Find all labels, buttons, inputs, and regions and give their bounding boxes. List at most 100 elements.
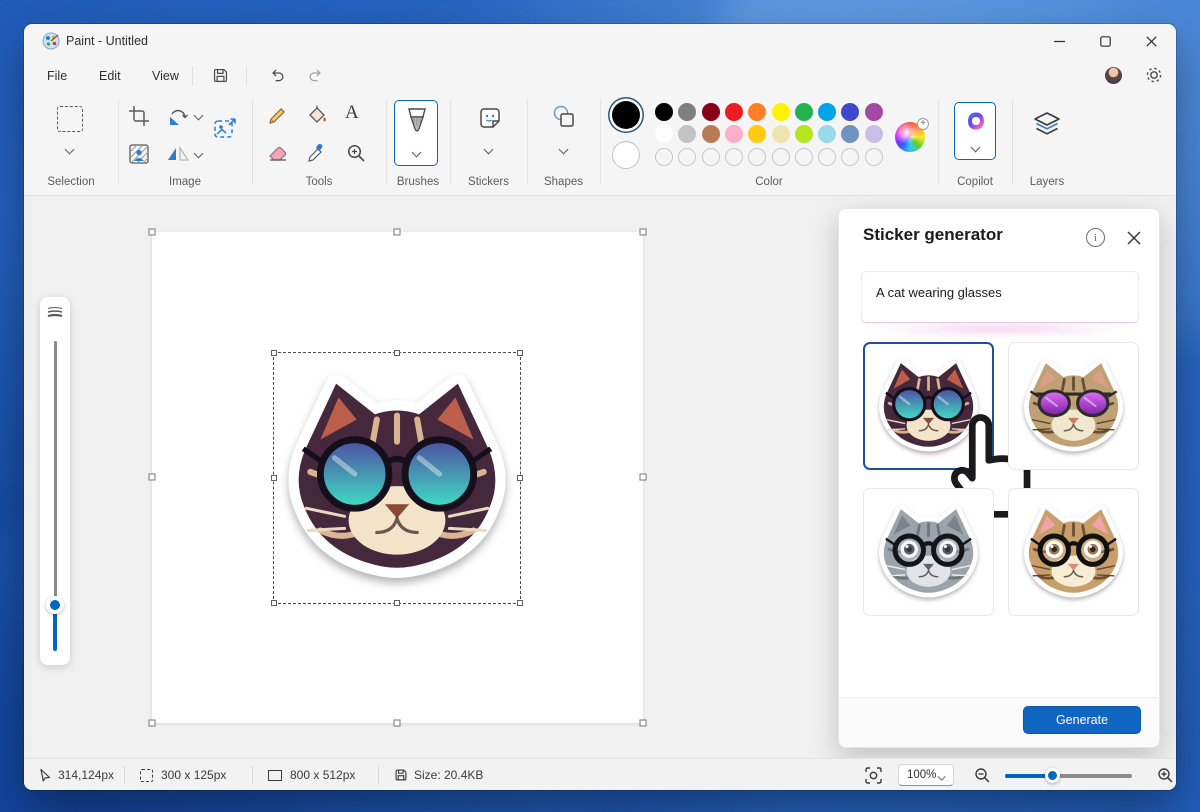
magnifier-icon[interactable] (345, 142, 367, 164)
palette-empty-slot[interactable] (818, 148, 837, 166)
palette-empty-slot[interactable] (655, 148, 673, 166)
text-tool-icon[interactable]: A (345, 102, 359, 124)
shapes-tool-icon[interactable] (549, 104, 579, 132)
maximize-button[interactable] (1082, 24, 1128, 58)
undo-button[interactable] (262, 62, 290, 88)
menu-file[interactable]: File (38, 65, 76, 87)
foreground-color-swatch[interactable] (612, 101, 640, 129)
fit-to-screen-icon[interactable] (865, 767, 882, 784)
fill-bucket-icon[interactable] (306, 104, 328, 126)
palette-color-swatch[interactable] (655, 125, 673, 143)
selection-handle[interactable] (517, 350, 523, 356)
palette-color-swatch[interactable] (841, 125, 860, 143)
minimize-button[interactable] (1036, 24, 1082, 58)
palette-empty-slot[interactable] (771, 148, 790, 166)
copilot-button[interactable] (954, 102, 996, 160)
account-avatar[interactable] (1105, 67, 1122, 84)
settings-button[interactable] (1143, 64, 1165, 86)
palette-empty-slot[interactable] (748, 148, 767, 166)
canvas-resize-handle[interactable] (393, 228, 401, 236)
flip-icon[interactable] (166, 142, 190, 166)
selection-handle[interactable] (517, 475, 523, 481)
prompt-input[interactable]: A cat wearing glasses (861, 271, 1139, 323)
canvas-resize-handle[interactable] (148, 719, 156, 727)
palette-color-swatch[interactable] (771, 103, 790, 121)
sticker-thumbnail-1[interactable] (863, 342, 1031, 518)
selection-handle[interactable] (271, 600, 277, 606)
sticker-thumbnail-4[interactable] (1008, 488, 1139, 616)
palette-empty-slot[interactable] (701, 148, 720, 166)
brushes-button[interactable] (394, 100, 438, 166)
canvas-resize-handle[interactable] (148, 473, 156, 481)
canvas-resize-handle[interactable] (148, 228, 156, 236)
palette-color-swatch[interactable] (678, 125, 697, 143)
palette-color-swatch[interactable] (748, 125, 767, 143)
palette-empty-slot[interactable] (864, 148, 883, 166)
eyedropper-icon[interactable] (306, 142, 328, 164)
chevron-down-icon[interactable] (484, 146, 494, 154)
palette-color-swatch[interactable] (701, 103, 720, 121)
palette-color-swatch[interactable] (864, 125, 883, 143)
titlebar[interactable]: Paint - Untitled (24, 24, 1176, 58)
background-removal-icon[interactable] (127, 142, 151, 166)
pencil-icon[interactable] (267, 104, 289, 126)
chevron-down-icon[interactable] (412, 149, 422, 157)
generate-button[interactable]: Generate (1023, 706, 1141, 734)
palette-color-swatch[interactable] (701, 125, 720, 143)
rotate-icon[interactable] (166, 104, 190, 128)
selection-handle[interactable] (394, 350, 400, 356)
redo-button[interactable] (302, 62, 330, 88)
eraser-icon[interactable] (267, 142, 289, 164)
chevron-down-icon[interactable] (65, 146, 75, 154)
selection-handle[interactable] (271, 475, 277, 481)
menu-view[interactable]: View (143, 65, 188, 87)
sticker-thumbnail-2[interactable] (1008, 342, 1139, 470)
palette-color-swatch[interactable] (794, 125, 813, 143)
palette-empty-slot[interactable] (794, 148, 813, 166)
palette-color-swatch[interactable] (748, 103, 767, 121)
palette-color-swatch[interactable] (818, 103, 837, 121)
selection-handle[interactable] (517, 600, 523, 606)
palette-color-swatch[interactable] (841, 103, 860, 121)
palette-color-swatch[interactable] (678, 103, 697, 121)
palette-empty-slot[interactable] (678, 148, 697, 166)
zoom-slider-thumb[interactable] (1045, 768, 1060, 783)
layers-icon[interactable] (1032, 110, 1062, 140)
close-button[interactable] (1128, 24, 1174, 58)
zoom-in-icon[interactable] (1157, 767, 1174, 784)
menu-edit[interactable]: Edit (90, 65, 130, 87)
thickness-slider-track[interactable] (53, 341, 57, 605)
chevron-down-icon[interactable] (194, 112, 204, 120)
chevron-down-icon[interactable] (559, 146, 569, 154)
panel-close-button[interactable] (1122, 226, 1146, 250)
selection-tool-button[interactable] (57, 106, 83, 132)
palette-color-swatch[interactable] (864, 103, 883, 121)
palette-color-swatch[interactable] (655, 103, 673, 121)
chevron-down-icon[interactable] (971, 144, 981, 152)
save-button[interactable] (206, 62, 234, 88)
sticker-tool-icon[interactable] (476, 104, 504, 132)
palette-empty-slot[interactable] (724, 148, 743, 166)
canvas-resize-handle[interactable] (639, 719, 647, 727)
palette-color-swatch[interactable] (794, 103, 813, 121)
canvas-resize-handle[interactable] (639, 228, 647, 236)
selection-marquee[interactable] (271, 350, 523, 606)
palette-empty-slot[interactable] (841, 148, 860, 166)
palette-color-swatch[interactable] (724, 103, 743, 121)
selection-handle[interactable] (271, 350, 277, 356)
selection-handle[interactable] (394, 600, 400, 606)
palette-color-swatch[interactable] (724, 125, 743, 143)
zoom-level-dropdown[interactable]: 100% (898, 764, 954, 786)
palette-color-swatch[interactable] (771, 125, 790, 143)
zoom-out-icon[interactable] (974, 767, 991, 784)
thickness-slider-thumb[interactable] (46, 596, 64, 614)
background-color-swatch[interactable] (612, 141, 640, 169)
resize-image-icon[interactable] (212, 116, 238, 142)
chevron-down-icon[interactable] (194, 150, 204, 158)
canvas-resize-handle[interactable] (639, 473, 647, 481)
palette-color-swatch[interactable] (818, 125, 837, 143)
crop-icon[interactable] (127, 104, 151, 128)
sticker-thumbnail-3[interactable] (863, 488, 994, 616)
info-icon[interactable]: i (1086, 228, 1105, 247)
canvas-resize-handle[interactable] (393, 719, 401, 727)
